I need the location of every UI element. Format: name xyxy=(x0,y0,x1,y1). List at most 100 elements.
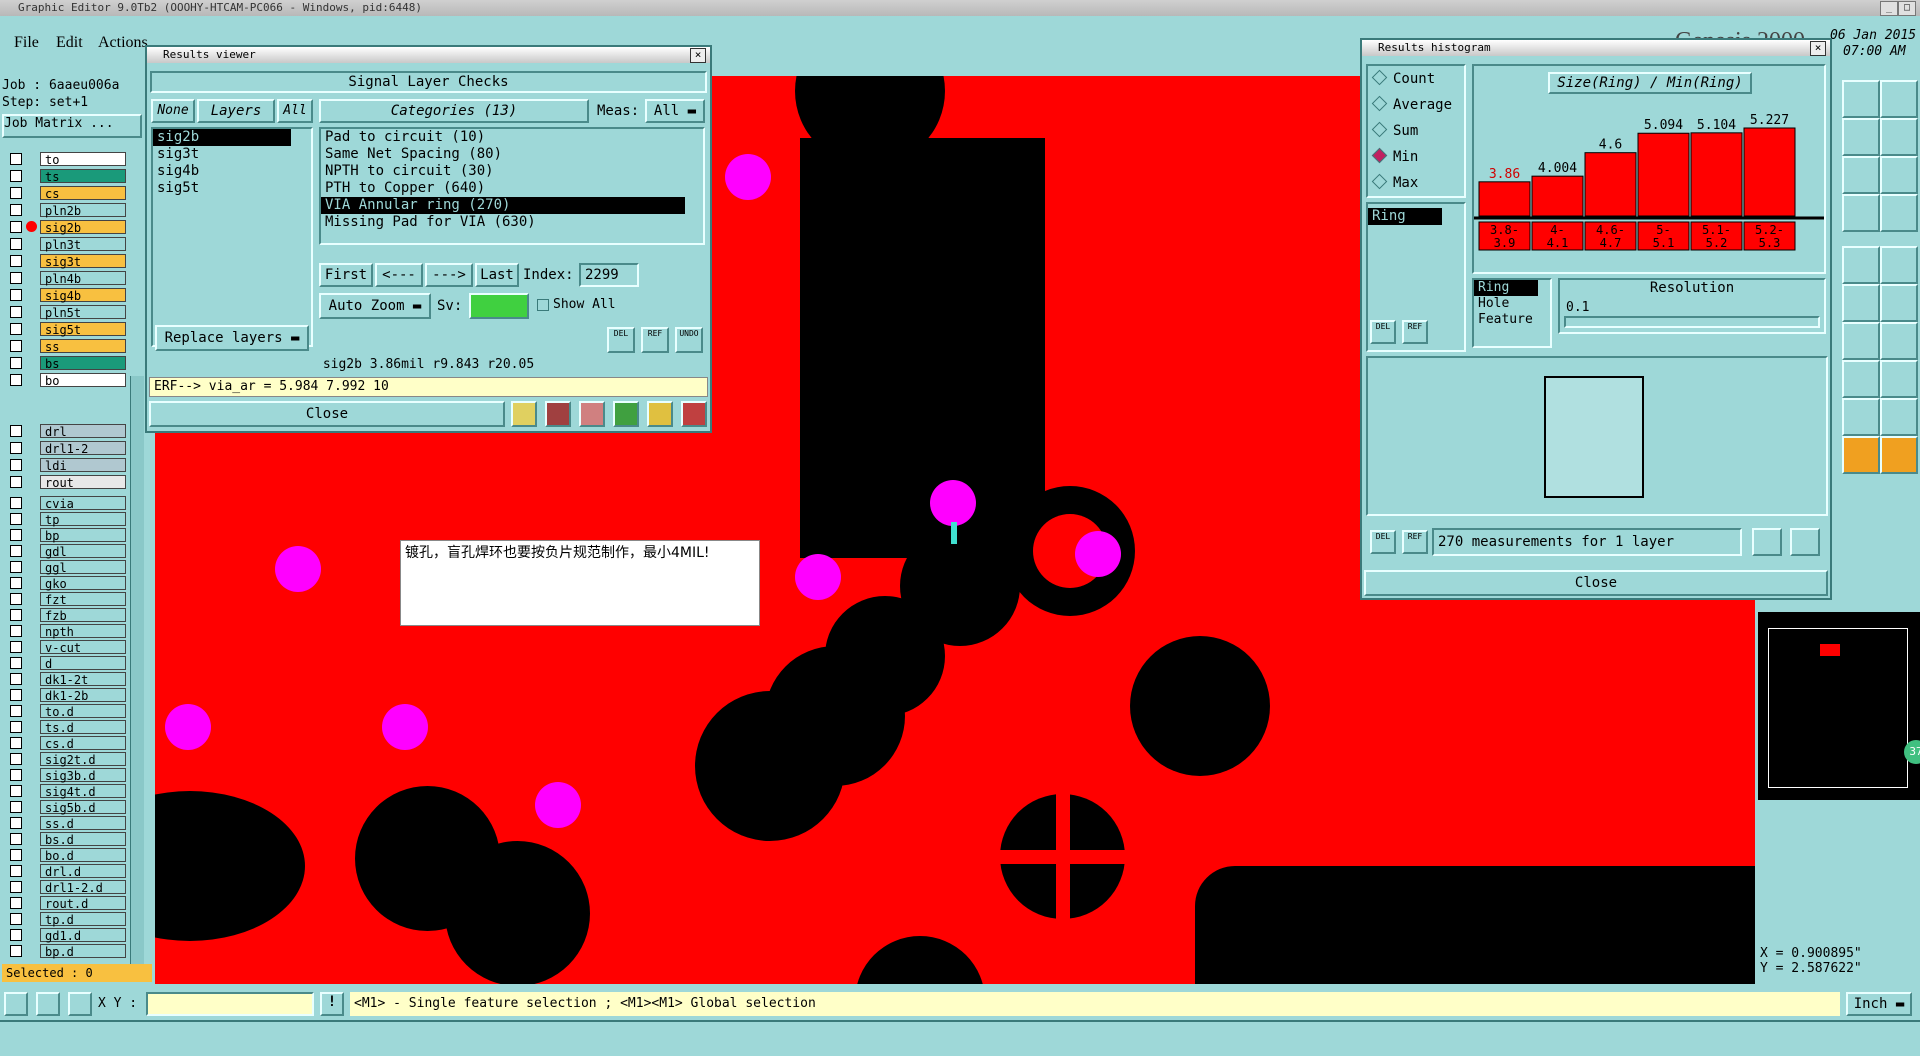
drill-layer-row[interactable]: rout xyxy=(4,475,126,490)
scale-icon[interactable] xyxy=(1842,156,1880,194)
layer-checkbox[interactable] xyxy=(10,561,22,573)
layer-name[interactable]: sig2t.d xyxy=(40,752,126,767)
misc-layer-row[interactable]: cs.d xyxy=(4,736,126,751)
layer-checkbox[interactable] xyxy=(10,306,22,318)
layer-name[interactable]: sig4b xyxy=(40,288,126,303)
layer-name[interactable]: pln3t xyxy=(40,237,126,252)
ruler-icon[interactable] xyxy=(1842,246,1880,284)
drill-layer-row[interactable]: drl xyxy=(4,424,126,439)
layer-name[interactable]: fzt xyxy=(40,592,126,607)
misc-layer-row[interactable]: bs.d xyxy=(4,832,126,847)
layer-name[interactable]: bp.d xyxy=(40,944,126,959)
misc-layer-row[interactable]: tp xyxy=(4,512,126,527)
mode-radio-max[interactable]: Max xyxy=(1368,170,1464,196)
layer-checkbox[interactable] xyxy=(10,476,22,488)
layer-name[interactable]: bp xyxy=(40,528,126,543)
layer-checkbox[interactable] xyxy=(10,737,22,749)
mode-radio-average[interactable]: Average xyxy=(1368,92,1464,118)
layer-checkbox[interactable] xyxy=(10,929,22,941)
layer-name[interactable]: sig4t.d xyxy=(40,784,126,799)
layer-name[interactable]: sig3b.d xyxy=(40,768,126,783)
layer-name[interactable]: drl xyxy=(40,424,126,439)
layer-checkbox[interactable] xyxy=(10,593,22,605)
mode-radio-count[interactable]: Count xyxy=(1368,66,1464,92)
layer-checkbox[interactable] xyxy=(10,801,22,813)
misc-layer-row[interactable]: drl.d xyxy=(4,864,126,879)
layer-row[interactable]: sig5t xyxy=(4,322,126,337)
histogram-close-button[interactable]: Close xyxy=(1364,570,1828,596)
arc-icon[interactable] xyxy=(1842,398,1880,436)
pad-icon[interactable] xyxy=(1880,246,1918,284)
layer-name[interactable]: ggl xyxy=(40,560,126,575)
misc-layer-row[interactable]: gdl xyxy=(4,544,126,559)
drill-layer-row[interactable]: ldi xyxy=(4,458,126,473)
drill-layer-row[interactable]: drl1-2 xyxy=(4,441,126,456)
layer-name[interactable]: sig2b xyxy=(40,220,126,235)
measure-mode-icon[interactable] xyxy=(36,992,60,1016)
layer-row[interactable]: pln4b xyxy=(4,271,126,286)
result-layer-item[interactable]: sig2b xyxy=(153,129,291,146)
layer-checkbox[interactable] xyxy=(10,529,22,541)
layer-checkbox[interactable] xyxy=(10,357,22,369)
flag-icon[interactable] xyxy=(545,401,571,427)
filter-all-tab[interactable]: All xyxy=(277,99,313,123)
arc-alt-icon[interactable] xyxy=(1880,398,1918,436)
del-button[interactable]: DEL xyxy=(607,327,635,353)
split-icon[interactable] xyxy=(1880,322,1918,360)
category-item[interactable]: Pad to circuit (10) xyxy=(321,129,703,146)
misc-layer-row[interactable]: sig5b.d xyxy=(4,800,126,815)
layer-name[interactable]: sig5t xyxy=(40,322,126,337)
misc-layer-row[interactable]: tp.d xyxy=(4,912,126,927)
layer-row[interactable]: sig2b xyxy=(4,220,126,235)
layer-checkbox[interactable] xyxy=(10,170,22,182)
layer-name[interactable]: dk1-2t xyxy=(40,672,126,687)
misc-layer-row[interactable]: gd1.d xyxy=(4,928,126,943)
layer-checkbox[interactable] xyxy=(10,497,22,509)
layer-checkbox[interactable] xyxy=(10,769,22,781)
bottom-ref-button[interactable]: REF xyxy=(1402,530,1428,554)
layer-checkbox[interactable] xyxy=(10,289,22,301)
layer-name[interactable]: rout.d xyxy=(40,896,126,911)
layer-checkbox[interactable] xyxy=(10,238,22,250)
layer-checkbox[interactable] xyxy=(10,753,22,765)
layer-row[interactable]: sig3t xyxy=(4,254,126,269)
mini-map[interactable]: 37 xyxy=(1758,612,1920,800)
mode-radio-min[interactable]: Min xyxy=(1368,144,1464,170)
layer-checkbox[interactable] xyxy=(10,545,22,557)
layer-checkbox[interactable] xyxy=(10,340,22,352)
snap-icon[interactable] xyxy=(1842,194,1880,232)
hist-ref-button[interactable]: REF xyxy=(1402,320,1428,344)
layer-name[interactable]: ts.d xyxy=(40,720,126,735)
delete-results-icon[interactable] xyxy=(579,401,605,427)
layer-row[interactable]: to xyxy=(4,152,126,167)
layer-checkbox[interactable] xyxy=(10,673,22,685)
layer-scrollbar[interactable] xyxy=(130,376,144,976)
misc-layer-row[interactable]: d xyxy=(4,656,126,671)
pan-icon[interactable] xyxy=(1880,118,1918,156)
layer-name[interactable]: bs xyxy=(40,356,126,371)
layer-checkbox[interactable] xyxy=(10,609,22,621)
resolution-slider[interactable] xyxy=(1564,316,1820,328)
misc-layer-row[interactable]: fzt xyxy=(4,592,126,607)
layer-checkbox[interactable] xyxy=(10,913,22,925)
layer-name[interactable]: to.d xyxy=(40,704,126,719)
layer-name[interactable]: dk1-2b xyxy=(40,688,126,703)
layer-name[interactable]: bs.d xyxy=(40,832,126,847)
layer-checkbox[interactable] xyxy=(10,833,22,845)
connect-icon[interactable] xyxy=(1880,284,1918,322)
layer-row[interactable]: ts xyxy=(4,169,126,184)
layer-checkbox[interactable] xyxy=(10,459,22,471)
misc-layer-row[interactable]: ggl xyxy=(4,560,126,575)
filter-none-tab[interactable]: None xyxy=(151,99,195,123)
layer-name[interactable]: to xyxy=(40,152,126,167)
list-icon[interactable] xyxy=(647,401,673,427)
layer-name[interactable]: tp.d xyxy=(40,912,126,927)
layer-checkbox[interactable] xyxy=(10,425,22,437)
measure-icon[interactable] xyxy=(1842,360,1880,398)
misc-layer-row[interactable]: fzb xyxy=(4,608,126,623)
histogram-bar[interactable] xyxy=(1531,175,1584,217)
select-mode-icon[interactable] xyxy=(4,992,28,1016)
meas-dropdown[interactable]: All ▬ xyxy=(645,99,705,123)
layer-name[interactable]: drl1-2 xyxy=(40,441,126,456)
result-layer-item[interactable]: sig3t xyxy=(153,146,311,163)
